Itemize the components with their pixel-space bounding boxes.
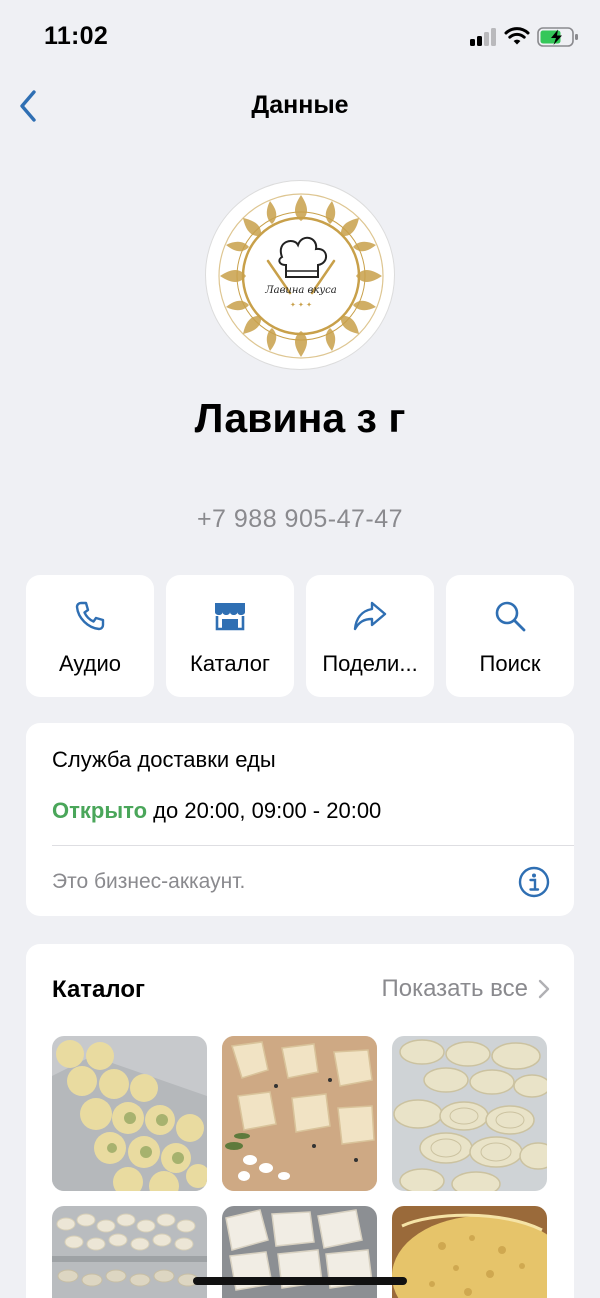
phone-icon: [75, 601, 105, 631]
share-button[interactable]: Подели...: [306, 575, 434, 697]
storefront-icon: [215, 603, 245, 631]
catalog-item[interactable]: [52, 1036, 207, 1191]
navigation-bar: Данные: [0, 72, 600, 140]
catalog-card: Каталог Показать все: [26, 944, 574, 1298]
show-all-label: Показать все: [381, 975, 528, 1002]
status-bar: 11:02: [0, 0, 600, 72]
hours-text: до 20:00, 09:00 - 20:00: [153, 798, 382, 823]
share-icon: [353, 601, 387, 631]
catalog-item[interactable]: [52, 1206, 207, 1298]
catalog-item[interactable]: [392, 1036, 547, 1191]
business-category: Служба доставки еды: [52, 747, 276, 772]
product-photo: [392, 1036, 547, 1191]
open-status: Открыто: [52, 798, 148, 823]
product-photo: [392, 1206, 547, 1298]
brand-logo-text: Лавина вкуса: [264, 285, 336, 296]
battery-charging-icon: [537, 27, 578, 47]
wifi-icon: [504, 27, 530, 45]
catalog-item[interactable]: [392, 1206, 547, 1298]
search-icon: [495, 601, 526, 632]
svg-text:✦ ✦ ✦: ✦ ✦ ✦: [290, 301, 312, 309]
show-all-link[interactable]: Показать все: [381, 975, 550, 1003]
audio-call-button[interactable]: Аудио: [26, 575, 154, 697]
audio-call-label: Аудио: [58, 651, 122, 676]
cellular-signal-icon: [470, 28, 498, 46]
profile-phone[interactable]: +7 988 905-47-47: [0, 505, 600, 534]
page-title: Данные: [251, 91, 349, 119]
catalog-item[interactable]: [222, 1036, 377, 1191]
business-hours[interactable]: Открыто до 20:00, 09:00 - 20:00: [52, 798, 381, 824]
search-button[interactable]: Поиск: [446, 575, 574, 697]
product-photo: [52, 1036, 207, 1191]
status-time: 11:02: [44, 22, 109, 50]
profile-name: Лавина з г: [194, 395, 406, 441]
business-account-note: Это бизнес-аккаунт.: [52, 870, 246, 893]
brand-logo: Лавина вкуса ✦ ✦ ✦: [218, 193, 384, 359]
chevron-right-icon: [538, 979, 550, 999]
product-photo: [52, 1206, 207, 1298]
home-indicator[interactable]: [193, 1277, 407, 1285]
share-label: Подели...: [322, 651, 418, 676]
info-icon[interactable]: [518, 866, 550, 898]
business-info-card: Служба доставки еды Открыто до 20:00, 09…: [26, 723, 574, 916]
catalog-title: Каталог: [52, 976, 145, 1003]
search-label: Поиск: [479, 651, 541, 676]
divider: [52, 845, 574, 846]
profile-avatar[interactable]: Лавина вкуса ✦ ✦ ✦: [205, 180, 395, 370]
catalog-label: Каталог: [190, 651, 270, 676]
product-photo: [222, 1036, 377, 1191]
catalog-button[interactable]: Каталог: [166, 575, 294, 697]
